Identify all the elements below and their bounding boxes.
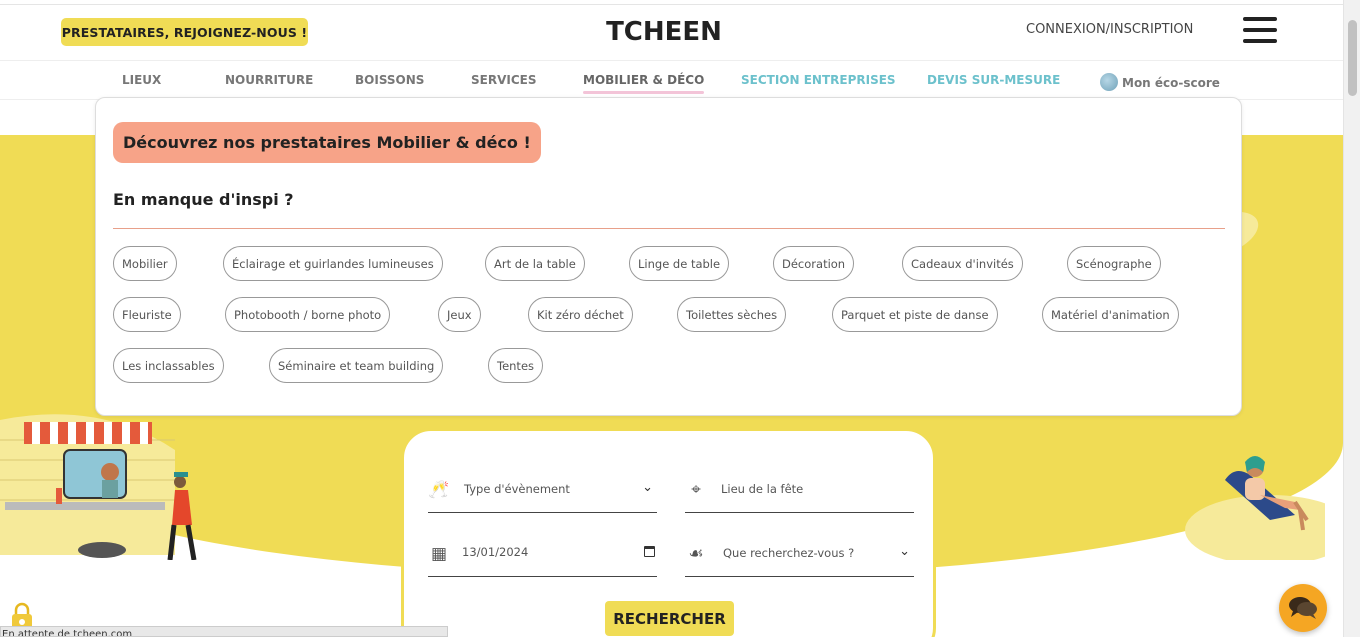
tag-art-de-la-table[interactable]: Art de la table	[485, 246, 585, 281]
nav-item-eco-score[interactable]: Mon éco-score	[1100, 73, 1220, 91]
nav-item-nourriture[interactable]: NOURRITURE	[225, 73, 313, 87]
tag-decoration[interactable]: Décoration	[773, 246, 855, 281]
party-place-input[interactable]: ⌖ Lieu de la fête	[685, 463, 914, 513]
service-hand-icon: ☙	[688, 544, 704, 564]
nav-item-devis-sur-mesure[interactable]: DEVIS SUR-MESURE	[927, 73, 1060, 87]
nav-item-lieux[interactable]: LIEUX	[122, 73, 161, 87]
join-providers-button[interactable]: PRESTATAIRES, REJOIGNEZ-NOUS !	[61, 18, 308, 46]
event-search-form: 🥂 Type d'évènement ⌄ ⌖ Lieu de la fête ▦…	[401, 428, 936, 637]
tag-seminaire-team-building[interactable]: Séminaire et team building	[269, 348, 444, 383]
map-pin-icon: ⌖	[691, 480, 701, 500]
tag-kit-zero-dechet[interactable]: Kit zéro déchet	[528, 297, 633, 332]
food-truck-illustration	[0, 414, 197, 560]
eco-score-label: Mon éco-score	[1122, 76, 1220, 90]
chat-button[interactable]	[1279, 584, 1327, 632]
chat-bubbles-icon	[1289, 597, 1317, 619]
event-type-select[interactable]: 🥂 Type d'évènement ⌄	[428, 463, 657, 513]
tag-linge-de-table[interactable]: Linge de table	[629, 246, 730, 281]
nav-item-section-entreprises[interactable]: SECTION ENTREPRISES	[741, 73, 896, 87]
page-scrollbar[interactable]	[1343, 0, 1360, 637]
tag-jeux[interactable]: Jeux	[438, 297, 481, 332]
tag-materiel-animation[interactable]: Matériel d'animation	[1042, 297, 1179, 332]
login-signup-link[interactable]: CONNEXION/INSCRIPTION	[1026, 22, 1193, 37]
nav-item-mobilier-deco[interactable]: MOBILIER & DÉCO	[583, 73, 705, 94]
chevron-down-icon: ⌄	[899, 544, 910, 559]
party-place-placeholder: Lieu de la fête	[721, 482, 804, 496]
tag-scenographe[interactable]: Scénographe	[1067, 246, 1161, 281]
date-picker-icon[interactable]	[644, 546, 655, 557]
nav-item-services[interactable]: SERVICES	[471, 73, 536, 87]
hamburger-menu-icon[interactable]	[1243, 17, 1277, 43]
scrollbar-thumb[interactable]	[1348, 20, 1357, 96]
mobilier-deco-dropdown: Découvrez nos prestataires Mobilier & dé…	[95, 97, 1242, 416]
tag-toilettes-seches[interactable]: Toilettes sèches	[677, 297, 787, 332]
tag-tentes[interactable]: Tentes	[488, 348, 544, 383]
date-input[interactable]: ▦ 13/01/2024	[428, 527, 657, 577]
site-header: PRESTATAIRES, REJOIGNEZ-NOUS ! TCHEEN CO…	[0, 5, 1343, 60]
tag-photobooth[interactable]: Photobooth / borne photo	[225, 297, 391, 332]
tag-parquet-piste-de-danse[interactable]: Parquet et piste de danse	[832, 297, 998, 332]
what-search-label: Que recherchez-vous ?	[723, 546, 855, 560]
tag-cadeaux-invites[interactable]: Cadeaux d'invités	[902, 246, 1023, 281]
dropdown-subtitle: En manque d'inspi ?	[113, 190, 294, 209]
tag-eclairage[interactable]: Éclairage et guirlandes lumineuses	[223, 246, 443, 281]
globe-icon	[1100, 73, 1118, 91]
cheers-icon: 🥂	[428, 480, 450, 500]
browser-status-bar: En attente de tcheen.com	[0, 626, 448, 637]
calendar-icon: ▦	[430, 544, 448, 564]
tag-les-inclassables[interactable]: Les inclassables	[113, 348, 224, 383]
tag-mobilier[interactable]: Mobilier	[113, 246, 177, 281]
nav-item-boissons[interactable]: BOISSONS	[355, 73, 424, 87]
chevron-down-icon: ⌄	[642, 480, 653, 495]
what-search-select[interactable]: ☙ Que recherchez-vous ? ⌄	[685, 527, 914, 577]
dropdown-title: Découvrez nos prestataires Mobilier & dé…	[113, 122, 541, 163]
search-button[interactable]: RECHERCHER	[605, 601, 734, 636]
lounging-woman-illustration	[1185, 456, 1325, 560]
main-nav: LIEUX NOURRITURE BOISSONS SERVICES MOBIL…	[0, 60, 1343, 100]
date-value: 13/01/2024	[462, 545, 529, 559]
site-logo[interactable]: TCHEEN	[604, 13, 724, 51]
event-type-label: Type d'évènement	[464, 482, 570, 496]
tag-fleuriste[interactable]: Fleuriste	[113, 297, 181, 332]
dropdown-divider	[113, 228, 1225, 229]
